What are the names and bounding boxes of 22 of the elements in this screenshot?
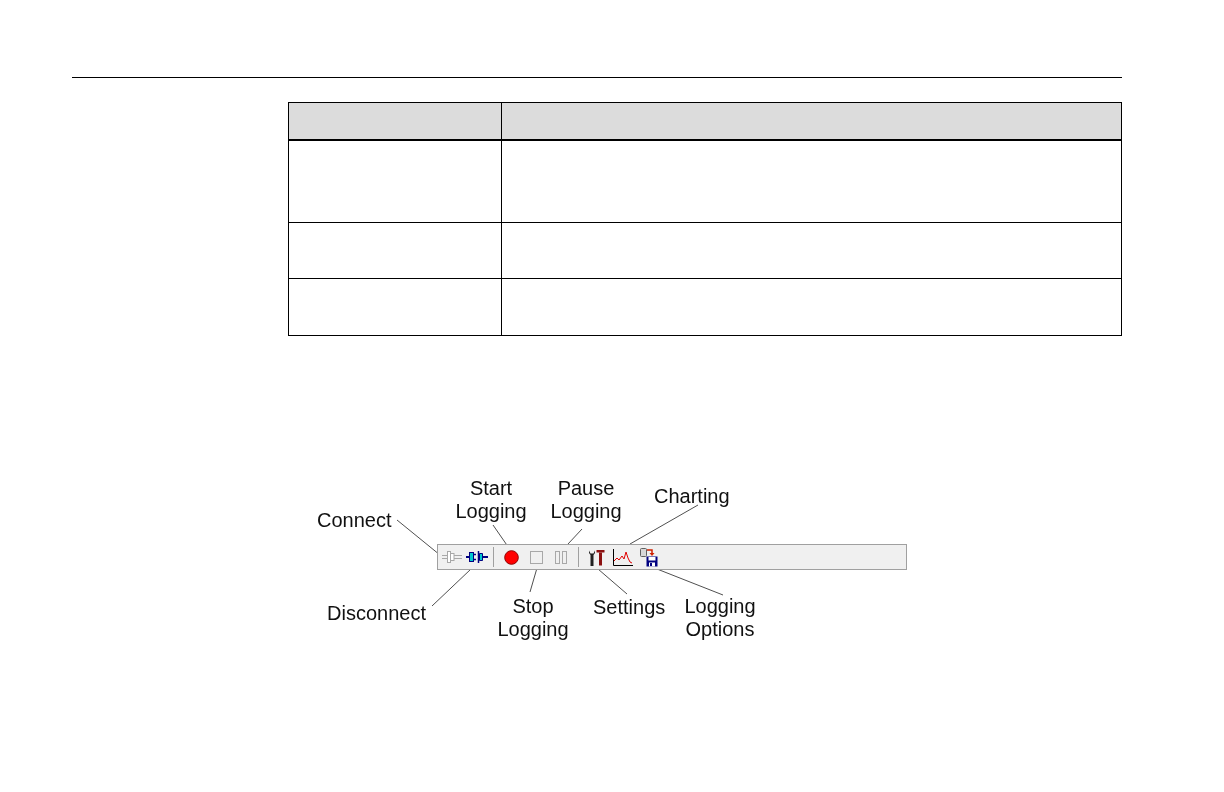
leader-line (567, 528, 583, 545)
callout-label: Pause Logging (549, 477, 623, 523)
leader-line (656, 568, 724, 596)
callout-label: Disconnect (327, 602, 426, 625)
callout-label: Connect (317, 509, 392, 532)
leader-line (529, 567, 538, 593)
plug-icon (442, 550, 462, 564)
leader-line (597, 568, 628, 595)
callout-label: Stop Logging (496, 595, 570, 641)
callout-label: Settings (593, 596, 666, 619)
leader-line (431, 568, 472, 607)
record-icon (503, 549, 519, 565)
callout-label: Charting (654, 485, 730, 508)
floppy-disk-icon (640, 547, 660, 567)
line-chart-icon (613, 548, 633, 566)
tools-icon (587, 548, 605, 566)
callout-label: Logging Options (683, 595, 757, 641)
toolbar-button[interactable] (611, 546, 635, 568)
callout-label: Start Logging (454, 477, 528, 523)
pause-icon (555, 550, 567, 564)
stop-icon (529, 550, 543, 564)
plug-icon (466, 550, 488, 564)
